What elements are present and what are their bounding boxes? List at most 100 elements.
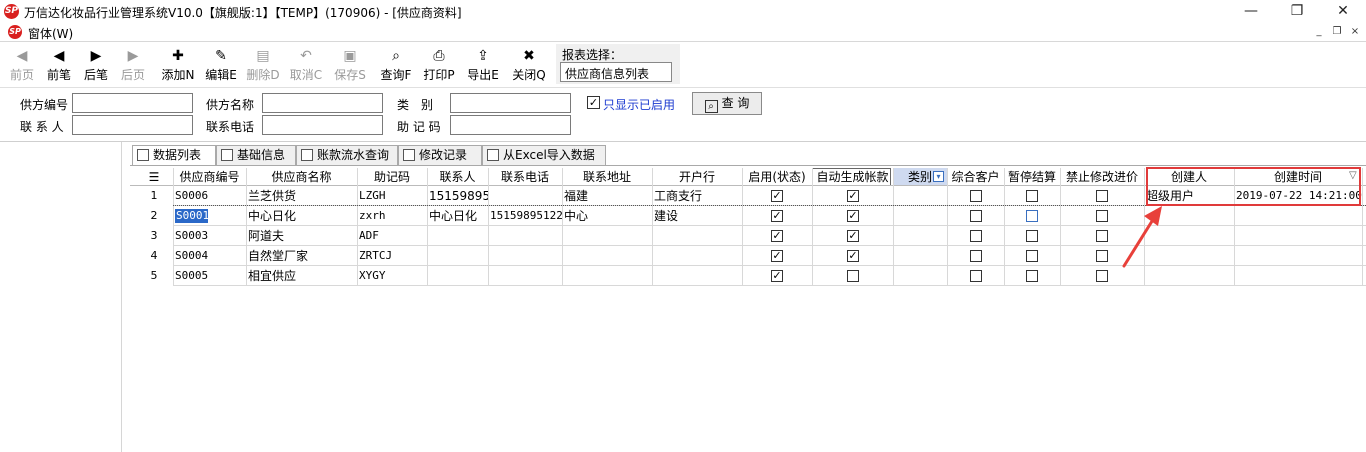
filter-dropdown-icon[interactable]: ▾	[933, 171, 944, 182]
cell-bank[interactable]: 建设	[652, 206, 742, 226]
toolbar-button-7[interactable]: ↶ 取消C	[288, 46, 324, 86]
cell-phone[interactable]	[488, 186, 562, 206]
toolbar-button-12[interactable]: ✖ 关闭Q	[511, 46, 547, 86]
column-header[interactable]: 供应商编号	[173, 168, 246, 186]
cell-code[interactable]: S0004	[173, 246, 246, 266]
cell-code[interactable]: S0006	[173, 186, 246, 206]
tab-1[interactable]: 基础信息	[216, 145, 296, 165]
cell-mnemonic[interactable]: ZRTCJ	[357, 246, 427, 266]
toolbar-button-3[interactable]: ▶ 后页	[115, 46, 151, 86]
checkbox-enabled[interactable]: ✓	[771, 230, 783, 242]
checkbox-no_price_edit[interactable]	[1096, 230, 1108, 242]
column-header[interactable]: 联系地址	[562, 168, 652, 186]
cell-address[interactable]: 福建	[562, 186, 652, 206]
cell-mnemonic[interactable]: ADF	[357, 226, 427, 246]
cell-address[interactable]	[562, 266, 652, 286]
mdi-restore-button[interactable]: ❐	[1330, 25, 1344, 39]
cell-contact[interactable]	[427, 246, 488, 266]
column-header[interactable]: 助记码	[357, 168, 427, 186]
cell-mnemonic[interactable]: XYGY	[357, 266, 427, 286]
cell-bank[interactable]	[652, 266, 742, 286]
cell-contact[interactable]	[427, 266, 488, 286]
checkbox-auto_ar[interactable]: ✓	[847, 250, 859, 262]
supplier-code-input[interactable]	[72, 93, 193, 113]
cell-code[interactable]: S0003	[173, 226, 246, 246]
cell-name[interactable]: 自然堂厂家	[246, 246, 357, 266]
checkbox-enabled[interactable]: ✓	[771, 270, 783, 282]
checkbox-combined[interactable]	[970, 270, 982, 282]
checkbox-enabled[interactable]: ✓	[771, 210, 783, 222]
cell-code[interactable]: S0005	[173, 266, 246, 286]
checkbox-pause[interactable]	[1026, 230, 1038, 242]
tab-0[interactable]: 数据列表	[132, 145, 216, 166]
mdi-close-button[interactable]: ×	[1348, 25, 1362, 39]
tab-3[interactable]: 修改记录	[398, 145, 482, 165]
selected-cell[interactable]: S0001	[175, 209, 209, 223]
column-header[interactable]: 综合客户	[947, 168, 1004, 186]
maximize-button[interactable]: ❐	[1274, 0, 1320, 22]
cell-bank[interactable]	[652, 226, 742, 246]
checkbox-combined[interactable]	[970, 190, 982, 202]
minimize-button[interactable]: —	[1228, 0, 1274, 22]
checkbox-combined[interactable]	[970, 210, 982, 222]
cell-phone[interactable]: 15159895122	[488, 206, 562, 226]
toolbar-button-5[interactable]: ✎ 编辑E	[203, 46, 239, 86]
column-header[interactable]: 联系人	[427, 168, 488, 186]
cell-phone[interactable]	[488, 266, 562, 286]
toolbar-button-10[interactable]: ⎙ 打印P	[421, 46, 457, 86]
report-select-input[interactable]: 供应商信息列表	[560, 62, 672, 82]
phone-input[interactable]	[262, 115, 383, 135]
column-header[interactable]: 开户行	[652, 168, 742, 186]
cell-contact[interactable]	[427, 226, 488, 246]
cell-address[interactable]: 中心	[562, 206, 652, 226]
cell-contact[interactable]: 15159895	[427, 186, 488, 206]
mdi-minimize-button[interactable]: _	[1312, 25, 1326, 39]
checkbox-auto_ar[interactable]: ✓	[847, 230, 859, 242]
tab-2[interactable]: 账款流水查询	[296, 145, 398, 165]
checkbox-enabled[interactable]: ✓	[771, 250, 783, 262]
checkbox-enabled[interactable]: ✓	[771, 190, 783, 202]
toolbar-button-11[interactable]: ⇪ 导出E	[465, 46, 501, 86]
supplier-name-input[interactable]	[262, 93, 383, 113]
only-enabled-label[interactable]: 只显示已启用	[603, 96, 675, 113]
column-header[interactable]: 启用(状态)	[742, 168, 812, 186]
category-input[interactable]	[450, 93, 571, 113]
cell-contact[interactable]: 中心日化	[427, 206, 488, 226]
checkbox-pause[interactable]	[1026, 270, 1038, 282]
column-header[interactable]: 供应商名称	[246, 168, 357, 186]
checkbox-auto_ar[interactable]: ✓	[847, 210, 859, 222]
close-window-button[interactable]: ✕	[1320, 0, 1366, 22]
tab-4[interactable]: 从Excel导入数据	[482, 145, 606, 165]
checkbox-combined[interactable]	[970, 250, 982, 262]
cell-address[interactable]	[562, 246, 652, 266]
checkbox-pause[interactable]	[1026, 190, 1038, 202]
column-header[interactable]: 自动生成帐款	[812, 168, 893, 186]
checkbox-pause[interactable]	[1026, 250, 1038, 262]
cell-phone[interactable]	[488, 246, 562, 266]
checkbox-pause[interactable]	[1026, 210, 1038, 222]
cell-name[interactable]: 兰芝供货	[246, 186, 357, 206]
column-header[interactable]: 禁止修改进价	[1060, 168, 1144, 186]
cell-name[interactable]: 相宜供应	[246, 266, 357, 286]
checkbox-no_price_edit[interactable]	[1096, 190, 1108, 202]
cell-name[interactable]: 中心日化	[246, 206, 357, 226]
menu-window[interactable]: 窗体(W)	[28, 25, 73, 42]
toolbar-button-4[interactable]: ✚ 添加N	[160, 46, 196, 86]
query-button[interactable]: ⌕ 查 询	[692, 92, 762, 115]
contact-input[interactable]	[72, 115, 193, 135]
column-header[interactable]: 暂停结算	[1004, 168, 1060, 186]
toolbar-button-8[interactable]: ▣ 保存S	[332, 46, 368, 86]
cell-bank[interactable]	[652, 246, 742, 266]
checkbox-combined[interactable]	[970, 230, 982, 242]
checkbox-no_price_edit[interactable]	[1096, 270, 1108, 282]
cell-address[interactable]	[562, 226, 652, 246]
checkbox-auto_ar[interactable]: ✓	[847, 190, 859, 202]
cell-bank[interactable]: 工商支行	[652, 186, 742, 206]
only-enabled-checkbox[interactable]: ✓	[587, 96, 600, 109]
cell-mnemonic[interactable]: zxrh	[357, 206, 427, 226]
checkbox-no_price_edit[interactable]	[1096, 250, 1108, 262]
cell-name[interactable]: 阿道夫	[246, 226, 357, 246]
column-header[interactable]: 联系电话	[488, 168, 562, 186]
toolbar-button-9[interactable]: ⌕ 查询F	[378, 46, 414, 86]
mnemonic-input[interactable]	[450, 115, 571, 135]
